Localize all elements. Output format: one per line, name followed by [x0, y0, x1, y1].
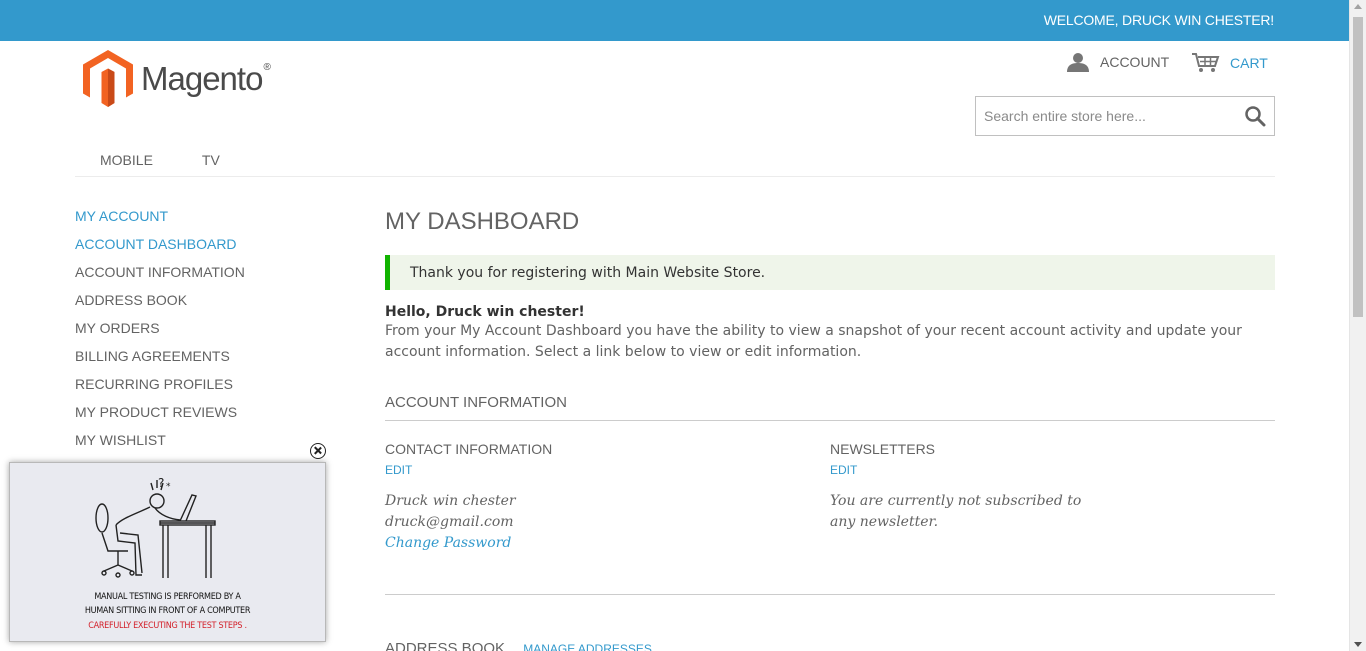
newsletters-edit-link[interactable]: EDIT: [830, 463, 857, 477]
svg-text:*: *: [166, 482, 171, 492]
scroll-down-arrow-icon[interactable]: [1354, 642, 1362, 647]
scrollbar-thumb[interactable]: [1353, 17, 1363, 317]
page-scrollbar[interactable]: [1349, 0, 1366, 651]
newsletter-status: You are currently not subscribed to any …: [830, 493, 1082, 530]
change-password-link[interactable]: Change Password: [385, 535, 511, 551]
welcome-message: WELCOME, DRUCK WIN CHESTER!: [1043, 12, 1274, 28]
svg-text:?: ?: [158, 476, 164, 490]
address-book-header: ADDRESS BOOK MANAGE ADDRESSES: [385, 640, 652, 651]
video-popup[interactable]: ? * MANUAL TESTING IS PERFORMED BY A HUM…: [9, 462, 326, 642]
contact-information-title: CONTACT INFORMATION: [385, 441, 553, 457]
main-navigation: MOBILE TV: [75, 140, 1275, 177]
account-label: ACCOUNT: [1100, 54, 1170, 70]
account-link[interactable]: ACCOUNT: [1066, 52, 1169, 72]
cart-icon: [1192, 53, 1220, 72]
sidebar-item-billing-agreements[interactable]: BILLING AGREEMENTS: [75, 347, 245, 375]
contact-edit-link[interactable]: EDIT: [385, 463, 412, 477]
sidebar-heading: MY ACCOUNT: [75, 208, 169, 224]
sidebar-item-my-wishlist[interactable]: MY WISHLIST: [75, 431, 245, 459]
manage-addresses-link[interactable]: MANAGE ADDRESSES: [523, 642, 652, 651]
sidebar-item-address-book[interactable]: ADDRESS BOOK: [75, 291, 245, 319]
scroll-up-arrow-icon[interactable]: [1354, 4, 1362, 9]
magento-logo[interactable]: Magento ®: [83, 50, 271, 108]
success-message: Thank you for registering with Main Webs…: [385, 255, 1275, 290]
contact-information-box: CONTACT INFORMATION EDIT Druck win chest…: [385, 441, 830, 554]
search-input[interactable]: [976, 97, 1231, 135]
nav-item-mobile[interactable]: MOBILE: [75, 140, 177, 176]
popup-close-icon[interactable]: [310, 443, 326, 459]
logo-wordmark: Magento: [141, 60, 263, 97]
account-sidebar: MY ACCOUNT ACCOUNT DASHBOARD ACCOUNT INF…: [75, 208, 245, 459]
section-divider: [385, 594, 1275, 595]
newsletters-box: NEWSLETTERS EDIT You are currently not s…: [830, 441, 1275, 554]
popup-caption-line-3: CAREFULLY EXECUTING THE TEST STEPS .: [88, 621, 247, 631]
newsletters-title: NEWSLETTERS: [830, 441, 936, 457]
sidebar-item-my-orders[interactable]: MY ORDERS: [75, 319, 245, 347]
popup-caption-line-2: HUMAN SITTING IN FRONT OF A COMPUTER: [84, 606, 251, 616]
hello-greeting: Hello, Druck win chester!: [385, 304, 585, 320]
sidebar-item-account-information[interactable]: ACCOUNT INFORMATION: [75, 263, 245, 291]
sidebar-item-account-dashboard[interactable]: ACCOUNT DASHBOARD: [75, 235, 245, 263]
dashboard-intro-text: From your My Account Dashboard you have …: [385, 323, 1242, 360]
cart-label: CART: [1230, 54, 1268, 71]
search-icon[interactable]: [1244, 105, 1266, 127]
page-title: MY DASHBOARD: [385, 208, 580, 235]
logo-registered-mark: ®: [263, 61, 271, 73]
account-information-title: ACCOUNT INFORMATION: [385, 394, 1275, 421]
customer-name: Druck win chester: [385, 493, 516, 509]
account-info-columns: CONTACT INFORMATION EDIT Druck win chest…: [385, 441, 1275, 554]
customer-email: druck@gmail.com: [385, 514, 514, 530]
address-book-title: ADDRESS BOOK: [385, 640, 506, 651]
top-welcome-bar: WELCOME, DRUCK WIN CHESTER!: [0, 0, 1349, 41]
contact-details: Druck win chester druck@gmail.com Change…: [385, 491, 830, 554]
sidebar-item-my-product-reviews[interactable]: MY PRODUCT REVIEWS: [75, 403, 245, 431]
user-icon: [1067, 53, 1089, 72]
manual-tester-illustration: ? *: [95, 476, 216, 578]
dashboard-main: MY DASHBOARD Thank you for registering w…: [385, 208, 1275, 554]
sidebar-item-recurring-profiles[interactable]: RECURRING PROFILES: [75, 375, 245, 403]
magento-logo-icon: [83, 50, 133, 107]
cart-link[interactable]: CART: [1191, 52, 1268, 73]
search-box: [975, 96, 1275, 136]
nav-item-tv[interactable]: TV: [177, 140, 244, 176]
popup-caption-line-1: MANUAL TESTING IS PERFORMED BY A: [94, 592, 241, 602]
